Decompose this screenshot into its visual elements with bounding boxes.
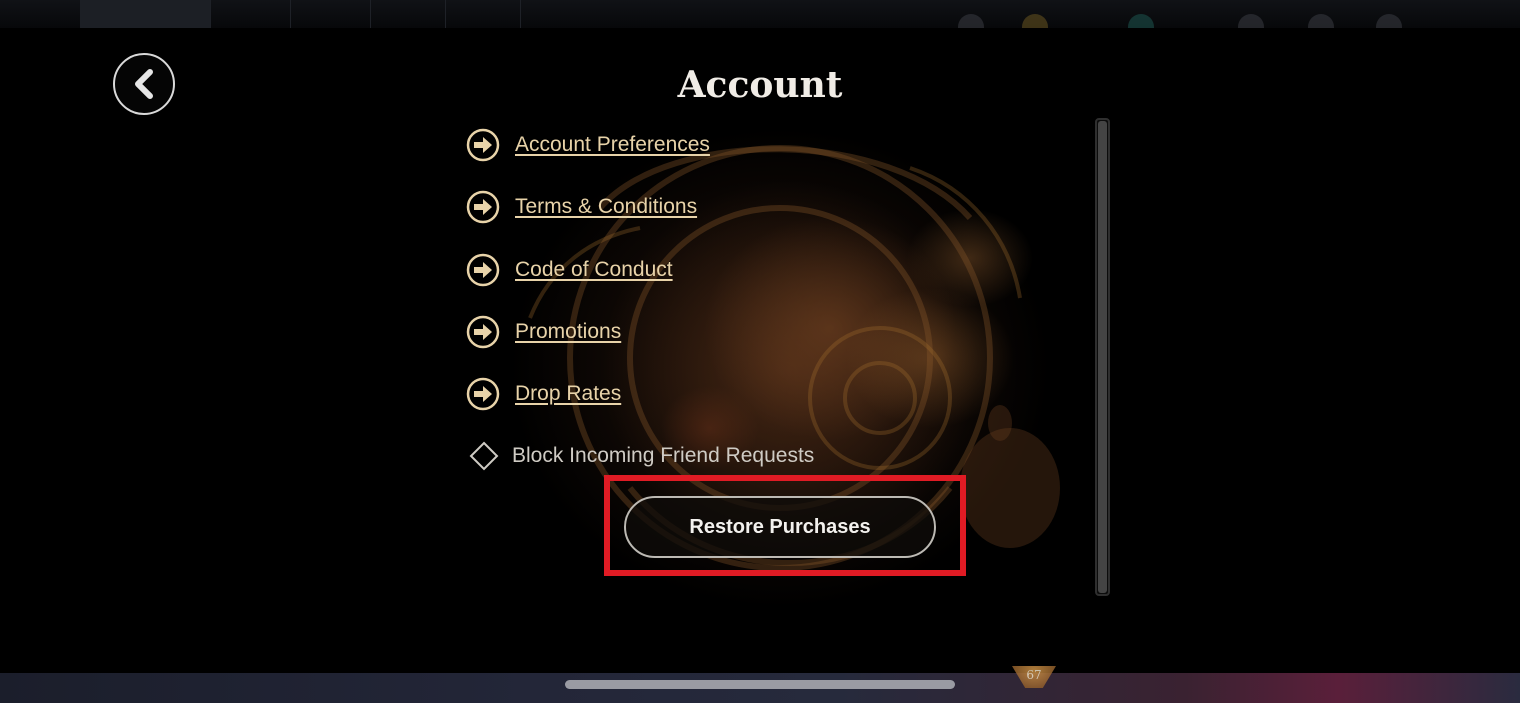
app-screen: Account Account Preferences Terms & Cond… [0,0,1520,703]
diamond-checkbox-icon[interactable] [468,440,500,472]
underlying-top-bar [0,0,1520,28]
gear-icon [1376,14,1402,28]
top-tab [445,0,521,28]
top-tab [210,0,291,28]
home-indicator[interactable] [565,680,955,689]
arrow-right-circle-icon [466,253,500,287]
arrow-right-circle-icon [466,377,500,411]
menu-item-promotions[interactable]: Promotions [466,315,621,349]
menu-item-label[interactable]: Code of Conduct [515,258,673,282]
menu-item-code-of-conduct[interactable]: Code of Conduct [466,253,673,287]
page-title: Account [677,64,843,106]
menu-item-terms-conditions[interactable]: Terms & Conditions [466,190,697,224]
menu-item-label[interactable]: Account Preferences [515,133,710,157]
top-tab [370,0,446,28]
menu-item-label[interactable]: Terms & Conditions [515,195,697,219]
mastery-icon [1238,14,1264,28]
chevron-left-icon [135,69,153,99]
account-modal: Account Account Preferences Terms & Cond… [0,28,1520,673]
arrow-right-circle-icon [466,190,500,224]
arrow-right-circle-icon [466,315,500,349]
home-icon [1308,14,1334,28]
currency-icon [958,14,984,28]
restore-purchases-button[interactable]: Restore Purchases [624,496,936,558]
menu-item-account-preferences[interactable]: Account Preferences [466,128,710,162]
gold-icon [1022,14,1048,28]
block-friend-requests-toggle[interactable]: Block Incoming Friend Requests [468,439,814,473]
menu-item-drop-rates[interactable]: Drop Rates [466,377,621,411]
arrow-right-circle-icon [466,128,500,162]
gem-icon [1128,14,1154,28]
top-tab-active [80,0,211,28]
back-button[interactable] [113,53,175,115]
block-friend-requests-label: Block Incoming Friend Requests [512,444,815,467]
scrollbar-thumb[interactable] [1098,121,1107,593]
menu-item-label[interactable]: Drop Rates [515,382,621,406]
menu-item-label[interactable]: Promotions [515,320,621,344]
top-tab [290,0,371,28]
